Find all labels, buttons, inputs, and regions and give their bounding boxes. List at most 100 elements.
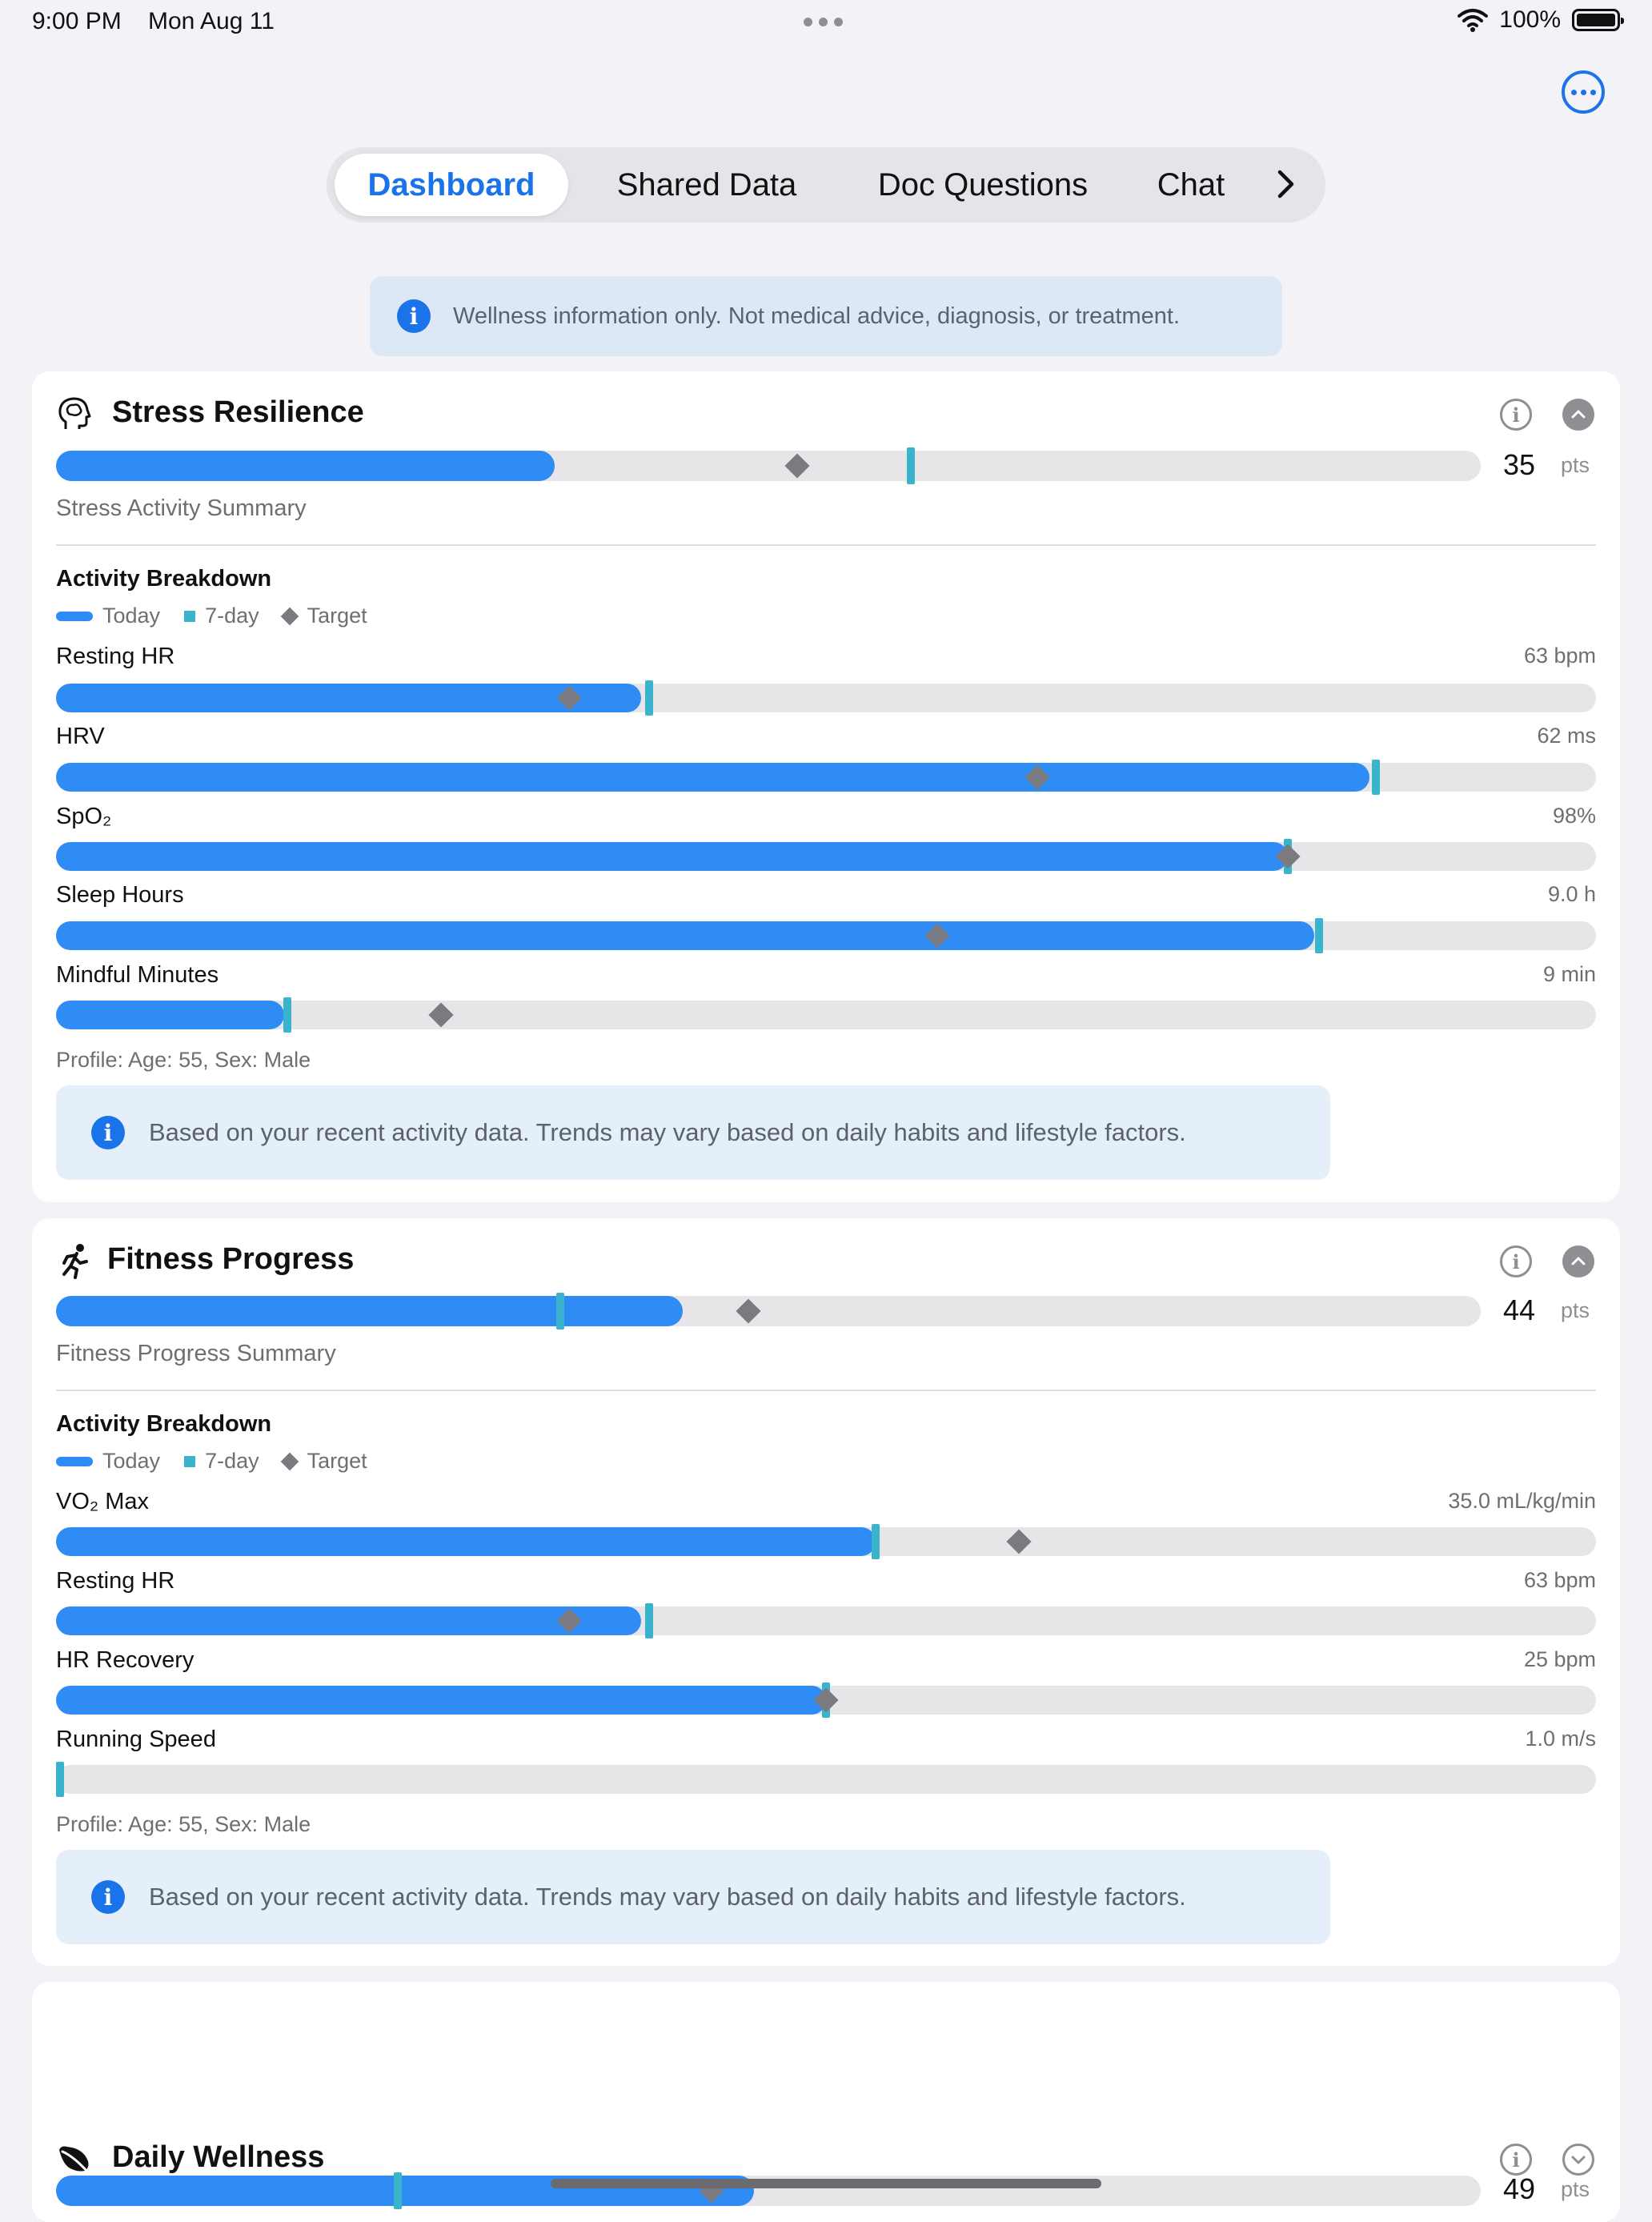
card-title: Daily Wellness [112, 2140, 325, 2174]
info-circle-icon[interactable]: i [1500, 2144, 1532, 2176]
profile-text: Profile: Age: 55, Sex: Male [56, 1048, 311, 1072]
metric-bar [56, 760, 1596, 795]
summary-label: Stress Activity Summary [56, 495, 307, 521]
metric-value: 63 bpm [1523, 644, 1596, 668]
tab-chat[interactable]: Chat [1135, 154, 1247, 216]
score-unit: pts [1561, 2177, 1590, 2201]
seven-day-marker [907, 447, 915, 484]
status-right: 100% [1458, 6, 1624, 34]
legend-7day-swatch [184, 1455, 196, 1467]
seven-day-marker [644, 1603, 653, 1638]
legend-today-label: Today [102, 604, 161, 628]
legend-target-swatch [280, 1452, 299, 1470]
running-person-icon [62, 1244, 88, 1279]
chevron-down-icon[interactable] [1562, 2144, 1594, 2176]
leaf-icon [59, 2146, 90, 2174]
disclaimer-text: Wellness information only. Not medical a… [453, 303, 1181, 329]
card-title: Stress Resilience [112, 395, 364, 429]
legend-target-label: Target [307, 1449, 367, 1473]
today-fill [56, 1527, 876, 1556]
today-fill [56, 1001, 284, 1029]
today-fill [56, 1686, 826, 1715]
info-note: i Based on your recent activity data. Tr… [56, 1850, 1330, 1944]
breakdown-title: Activity Breakdown [56, 566, 272, 592]
target-marker [1005, 1529, 1032, 1554]
legend-today-swatch [56, 1456, 93, 1466]
disclaimer-banner: i Wellness information only. Not medical… [370, 276, 1282, 356]
metric-label: HRV [56, 724, 105, 749]
metric-value: 1.0 m/s [1525, 1727, 1596, 1751]
metric-value: 35.0 mL/kg/min [1448, 1489, 1596, 1513]
metric-bar [56, 1762, 1596, 1797]
divider [56, 544, 1596, 546]
more-options-button[interactable] [1562, 70, 1605, 114]
breakdown-title: Activity Breakdown [56, 1411, 272, 1437]
metric-value: 62 ms [1537, 724, 1596, 748]
battery-icon [1572, 9, 1624, 31]
metric-label: SpO₂ [56, 804, 112, 829]
tab-doc-questions[interactable]: Doc Questions [847, 154, 1119, 216]
score-value: 35 [1503, 448, 1536, 481]
seven-day-marker [871, 1524, 880, 1559]
metric-bar [56, 680, 1596, 716]
metric-label: HR Recovery [56, 1647, 194, 1673]
seven-day-marker [556, 1293, 565, 1330]
metric-bar [56, 839, 1596, 874]
chevron-right-icon[interactable] [1269, 168, 1301, 200]
seven-day-marker [394, 2172, 403, 2209]
info-icon: i [91, 1880, 125, 1914]
seven-day-marker [56, 1762, 64, 1797]
seven-day-marker [644, 680, 653, 716]
metric-label: VO₂ Max [56, 1489, 149, 1514]
legend-7day-label: 7-day [205, 1449, 259, 1473]
divider [56, 1390, 1596, 1391]
multitask-dots-icon[interactable] [804, 18, 843, 26]
legend-target-label: Target [307, 604, 367, 628]
card-title: Fitness Progress [107, 1242, 355, 1276]
status-bar: 9:00 PM Mon Aug 11 100% [0, 0, 1652, 48]
metric-value: 25 bpm [1523, 1647, 1596, 1671]
info-icon: i [397, 299, 431, 333]
metric-bar [56, 997, 1596, 1033]
chevron-up-icon[interactable] [1562, 1245, 1594, 1277]
legend: Today 7-day Target [56, 604, 367, 628]
today-fill [56, 1296, 684, 1326]
info-circle-icon[interactable]: i [1500, 399, 1532, 431]
wifi-icon [1458, 9, 1489, 32]
profile-text: Profile: Age: 55, Sex: Male [56, 1812, 311, 1836]
info-note-text: Based on your recent activity data. Tren… [149, 1118, 1186, 1146]
seven-day-marker [283, 997, 291, 1033]
legend-7day-swatch [184, 610, 196, 622]
metric-label: Resting HR [56, 644, 175, 669]
status-time: 9:00 PM [32, 8, 122, 34]
chevron-up-icon[interactable] [1562, 399, 1594, 431]
metric-value: 9.0 h [1547, 882, 1596, 906]
summary-label: Fitness Progress Summary [56, 1341, 336, 1366]
target-marker [736, 1298, 761, 1324]
today-fill [56, 763, 1370, 792]
metric-value: 63 bpm [1523, 1568, 1596, 1592]
info-note: i Based on your recent activity data. Tr… [56, 1085, 1330, 1180]
target-marker [428, 1002, 454, 1028]
metric-value: 98% [1552, 804, 1596, 828]
legend-today-label: Today [102, 1449, 161, 1473]
battery-percent: 100% [1499, 6, 1561, 33]
info-circle-icon[interactable]: i [1500, 1245, 1532, 1277]
tab-shared-data[interactable]: Shared Data [591, 154, 823, 216]
card-stress-resilience: Stress Resilience i 35 pts Stress Activi… [32, 371, 1620, 1202]
score-value: 49 [1503, 2172, 1536, 2205]
metric-bar [56, 1603, 1596, 1638]
legend: Today 7-day Target [56, 1449, 367, 1474]
brain-head-icon [58, 397, 91, 429]
info-note-text: Based on your recent activity data. Tren… [149, 1883, 1186, 1911]
segmented-tabs: Dashboard Shared Data Doc Questions Chat [327, 147, 1325, 223]
score-unit: pts [1561, 453, 1590, 477]
metric-bar [56, 1683, 1596, 1718]
metric-label: Running Speed [56, 1727, 216, 1752]
score-unit: pts [1561, 1298, 1590, 1322]
tab-dashboard[interactable]: Dashboard [335, 154, 568, 216]
home-indicator [551, 2179, 1101, 2188]
metric-bar [56, 918, 1596, 953]
metric-label: Sleep Hours [56, 882, 184, 908]
score-value: 44 [1503, 1293, 1536, 1326]
